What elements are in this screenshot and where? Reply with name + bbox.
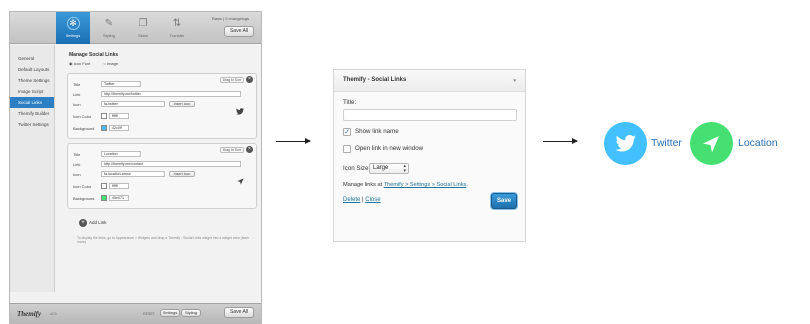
footer-tab-styling[interactable]: Styling — [181, 309, 201, 317]
save-all-button[interactable]: Save All — [224, 26, 254, 37]
link-field[interactable]: http://themify.me/contact — [101, 161, 241, 167]
drag-to-sort-handle[interactable]: Drag to Sort — [219, 77, 244, 83]
arrow-right-icon — [543, 138, 578, 144]
social-link-item: Drag to Sort × Title Location Link http:… — [67, 143, 257, 209]
sidebar-item-social-links[interactable]: Social Links — [10, 97, 54, 108]
icon-label: Icon — [73, 172, 81, 177]
remove-link-icon[interactable]: × — [246, 76, 253, 83]
title-field[interactable]: Location — [101, 151, 141, 157]
location-arrow-icon — [703, 136, 719, 153]
collapse-toggle-icon[interactable]: ▾ — [513, 78, 516, 84]
select-arrows-icon: ▴ ▾ — [403, 163, 406, 174]
remove-link-icon[interactable]: × — [246, 146, 253, 153]
new-window-label: Open link in new window — [355, 145, 424, 152]
location-arrow-icon — [237, 178, 244, 187]
sidebar-item-image-script[interactable]: Image Script — [10, 86, 54, 97]
tab-styling[interactable]: ✎ Styling — [92, 12, 126, 44]
title-field-label: Title: — [343, 99, 357, 106]
themify-logo: Themify — [17, 310, 42, 318]
arrow-right-icon — [276, 138, 311, 144]
icon-label: Icon — [73, 102, 81, 107]
icon-size-label: Icon Size — [343, 165, 369, 172]
settings-sidebar: General Default Layouts Theme Settings I… — [10, 45, 55, 292]
background-field[interactable]: 42c0ff — [109, 125, 129, 131]
link-label: Link — [73, 162, 81, 167]
background-label: Background — [73, 126, 95, 131]
tab-transfer[interactable]: ⇅ Transfer — [160, 12, 194, 44]
sidebar-item-themify-builder[interactable]: Themify Builder — [10, 108, 54, 119]
icon-field[interactable]: fa-twitter — [101, 101, 165, 107]
social-links-widget: Themify - Social Links ▾ Title: ✓ Show l… — [333, 69, 526, 242]
link-label: Link — [73, 92, 81, 97]
icon-field[interactable]: fa-location-arrow — [101, 171, 165, 177]
title-field[interactable]: Twitter — [101, 81, 141, 87]
output-location-label[interactable]: Location — [738, 137, 778, 149]
add-link-button[interactable]: + Add Link — [79, 219, 107, 227]
tab-skins[interactable]: ❐ Skins — [126, 12, 160, 44]
social-links-main: Manage Social Links ◉ Icon Font ○ Image — [66, 52, 256, 66]
icon-type-radios: ◉ Icon Font ○ Image — [69, 61, 256, 66]
transfer-icon: ⇅ — [172, 18, 182, 29]
plus-icon: + — [79, 219, 87, 227]
radio-icon-font[interactable]: ◉ Icon Font — [69, 61, 96, 66]
sidebar-item-default-layouts[interactable]: Default Layouts — [10, 64, 54, 75]
info-text: Basic | 0 changelogs — [212, 16, 249, 21]
icon-color-swatch[interactable] — [101, 113, 107, 119]
sidebar-item-theme-settings[interactable]: Theme Settings — [10, 75, 54, 86]
tab-settings[interactable]: ✻ Settings — [56, 12, 90, 44]
title-label: Title — [73, 82, 81, 87]
save-button[interactable]: Save — [491, 193, 517, 209]
icon-color-label: Icon Color — [73, 184, 92, 189]
settings-footer: Themify v2.0 RESET Settings Styling Save… — [10, 303, 261, 323]
sidebar-item-twitter-settings[interactable]: Twitter Settings — [10, 119, 54, 130]
footer-save-all-button[interactable]: Save All — [224, 307, 254, 318]
background-field[interactable]: 45e071 — [109, 195, 129, 201]
widget-header[interactable]: Themify - Social Links ▾ — [334, 70, 525, 92]
social-link-item: Drag to Sort × Title Twitter Link http:/… — [67, 73, 257, 139]
version-text: v2.0 — [50, 312, 57, 316]
section-heading: Manage Social Links — [69, 52, 119, 58]
icon-color-swatch[interactable] — [101, 183, 107, 189]
widget-title: Themify - Social Links — [343, 77, 407, 83]
close-link[interactable]: Close — [365, 197, 380, 203]
icon-size-select[interactable]: Large ▴ ▾ — [369, 163, 409, 174]
radio-image[interactable]: ○ Image — [103, 61, 124, 66]
icon-color-field[interactable]: ffffff — [109, 183, 129, 189]
footer-tab-settings[interactable]: Settings — [160, 309, 180, 317]
settings-top-bar: ✻ Settings ✎ Styling ❐ Skins ⇅ Transfer … — [10, 12, 261, 44]
output-location-badge[interactable] — [690, 122, 733, 165]
background-swatch[interactable] — [101, 195, 107, 201]
show-link-name-checkbox[interactable]: ✓ — [343, 128, 351, 136]
sidebar-item-general[interactable]: General — [10, 53, 54, 64]
show-link-name-label: Show link name — [355, 128, 399, 135]
icon-color-label: Icon Color — [73, 114, 92, 119]
themify-settings-screenshot: ✻ Settings ✎ Styling ❐ Skins ⇅ Transfer … — [9, 11, 262, 324]
background-label: Background — [73, 196, 95, 201]
manage-links-text: Manage links at Themify > Settings > Soc… — [343, 182, 468, 188]
twitter-bird-icon — [615, 134, 636, 152]
skins-icon: ❐ — [138, 18, 148, 29]
widget-actions: Delete | Close — [343, 197, 381, 203]
output-twitter-badge[interactable] — [604, 122, 647, 165]
title-label: Title — [73, 152, 81, 157]
delete-link[interactable]: Delete — [343, 197, 360, 203]
insert-icon-button[interactable]: Insert Icon — [169, 101, 195, 107]
background-swatch[interactable] — [101, 125, 107, 131]
widget-title-input[interactable] — [343, 109, 517, 121]
twitter-icon — [236, 108, 244, 117]
link-field[interactable]: http://themify.me/twitter — [101, 91, 241, 97]
help-note: To display the links, go to Appearance >… — [77, 236, 250, 244]
pencil-icon: ✎ — [104, 18, 114, 29]
new-window-checkbox[interactable] — [343, 145, 351, 153]
drag-to-sort-handle[interactable]: Drag to Sort — [219, 147, 244, 153]
manage-links-link[interactable]: Themify > Settings > Social Links — [384, 182, 467, 188]
insert-icon-button[interactable]: Insert Icon — [169, 171, 195, 177]
reset-link[interactable]: RESET — [143, 312, 155, 316]
output-twitter-label[interactable]: Twitter — [651, 137, 682, 149]
gear-icon: ✻ — [66, 17, 80, 30]
icon-color-field[interactable]: ffffff — [109, 113, 129, 119]
